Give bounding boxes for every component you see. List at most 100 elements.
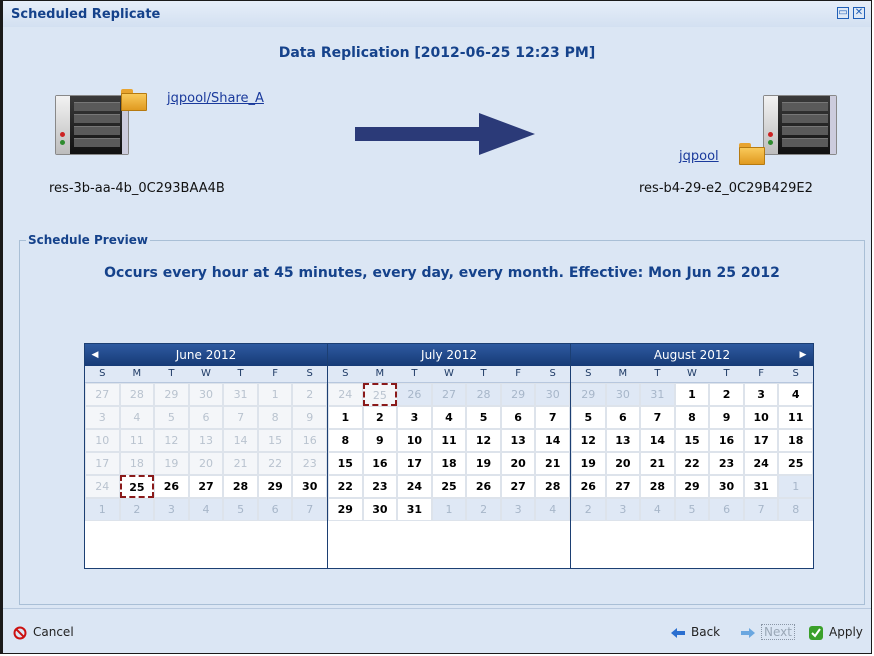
calendar-day[interactable]: 24 <box>743 452 779 475</box>
calendar-day[interactable]: 24 <box>397 475 432 498</box>
calendar-day[interactable]: 1 <box>674 383 710 406</box>
calendar-day[interactable]: 31 <box>640 383 675 406</box>
calendar-day[interactable]: 23 <box>292 452 327 475</box>
calendar-day[interactable]: 20 <box>500 452 536 475</box>
calendar-day[interactable]: 1 <box>431 498 467 521</box>
calendar-day[interactable]: 4 <box>535 498 570 521</box>
calendar-day[interactable]: 1 <box>778 475 813 498</box>
calendar-day[interactable]: 8 <box>328 429 363 452</box>
calendar-day[interactable]: 23 <box>362 475 398 498</box>
calendar-day[interactable]: 28 <box>119 383 155 406</box>
next-month-icon[interactable]: ▶ <box>795 344 811 366</box>
close-icon[interactable]: ✕ <box>853 7 865 19</box>
calendar-day[interactable]: 17 <box>85 452 120 475</box>
calendar-day[interactable]: 3 <box>605 498 641 521</box>
calendar-day[interactable]: 25 <box>362 383 398 406</box>
source-share-link[interactable]: jqpool/Share_A <box>167 91 264 106</box>
calendar-day[interactable]: 29 <box>674 475 710 498</box>
back-button[interactable]: Back <box>671 625 720 639</box>
calendar-day[interactable]: 17 <box>743 429 779 452</box>
calendar-day[interactable]: 4 <box>188 498 224 521</box>
calendar-day[interactable]: 2 <box>362 406 398 429</box>
calendar-day[interactable]: 10 <box>397 429 432 452</box>
calendar-day[interactable]: 25 <box>778 452 813 475</box>
calendar-day[interactable]: 29 <box>257 475 293 498</box>
calendar-day[interactable]: 2 <box>709 383 744 406</box>
calendar-day[interactable]: 6 <box>188 406 224 429</box>
calendar-day[interactable]: 13 <box>188 429 224 452</box>
calendar-day[interactable]: 30 <box>292 475 327 498</box>
calendar-day[interactable]: 28 <box>640 475 675 498</box>
calendar-day[interactable]: 30 <box>709 475 744 498</box>
calendar-day[interactable]: 8 <box>257 406 293 429</box>
calendar-day[interactable]: 19 <box>154 452 189 475</box>
calendar-day[interactable]: 21 <box>223 452 258 475</box>
calendar-day[interactable]: 4 <box>640 498 675 521</box>
calendar-day[interactable]: 3 <box>154 498 189 521</box>
calendar-day[interactable]: 2 <box>292 383 327 406</box>
calendar-day[interactable]: 29 <box>328 498 363 521</box>
calendar-day[interactable]: 4 <box>431 406 467 429</box>
calendar-day[interactable]: 15 <box>257 429 293 452</box>
calendar-day[interactable]: 16 <box>292 429 327 452</box>
calendar-day[interactable]: 5 <box>154 406 189 429</box>
calendar-day[interactable]: 26 <box>466 475 501 498</box>
calendar-day[interactable]: 26 <box>397 383 432 406</box>
calendar-day[interactable]: 5 <box>466 406 501 429</box>
calendar-day[interactable]: 3 <box>500 498 536 521</box>
calendar-day[interactable]: 7 <box>223 406 258 429</box>
calendar-day[interactable]: 30 <box>362 498 398 521</box>
calendar-day[interactable]: 27 <box>605 475 641 498</box>
prev-month-icon[interactable]: ◀ <box>87 344 103 366</box>
calendar-day[interactable]: 11 <box>778 406 813 429</box>
calendar-day[interactable]: 2 <box>119 498 155 521</box>
calendar-day[interactable]: 12 <box>571 429 606 452</box>
calendar-day[interactable]: 18 <box>431 452 467 475</box>
calendar-day[interactable]: 29 <box>500 383 536 406</box>
calendar-day[interactable]: 11 <box>431 429 467 452</box>
calendar-day[interactable]: 7 <box>743 498 779 521</box>
calendar-day[interactable]: 11 <box>119 429 155 452</box>
calendar-day[interactable]: 9 <box>362 429 398 452</box>
calendar-day[interactable]: 12 <box>154 429 189 452</box>
restore-icon[interactable]: ▭ <box>837 7 849 19</box>
calendar-day[interactable]: 28 <box>466 383 501 406</box>
calendar-day[interactable]: 6 <box>709 498 744 521</box>
calendar-day[interactable]: 6 <box>605 406 641 429</box>
calendar-day[interactable]: 13 <box>500 429 536 452</box>
calendar-day[interactable]: 30 <box>605 383 641 406</box>
calendar-day[interactable]: 29 <box>154 383 189 406</box>
calendar-day[interactable]: 27 <box>431 383 467 406</box>
calendar-day[interactable]: 29 <box>571 383 606 406</box>
calendar-day[interactable]: 15 <box>674 429 710 452</box>
calendar-day[interactable]: 27 <box>188 475 224 498</box>
apply-button[interactable]: Apply <box>809 625 863 640</box>
calendar-day[interactable]: 27 <box>85 383 120 406</box>
target-pool-link[interactable]: jqpool <box>679 149 719 164</box>
calendar-day[interactable]: 3 <box>397 406 432 429</box>
calendar-day[interactable]: 9 <box>709 406 744 429</box>
next-button[interactable]: Next <box>741 624 795 640</box>
calendar-day[interactable]: 23 <box>709 452 744 475</box>
calendar-day[interactable]: 20 <box>605 452 641 475</box>
calendar-day[interactable]: 22 <box>257 452 293 475</box>
calendar-day[interactable]: 6 <box>257 498 293 521</box>
calendar-day[interactable]: 18 <box>778 429 813 452</box>
calendar-day[interactable]: 31 <box>743 475 779 498</box>
calendar-day[interactable]: 18 <box>119 452 155 475</box>
calendar-day[interactable]: 3 <box>85 406 120 429</box>
calendar-day[interactable]: 19 <box>466 452 501 475</box>
calendar-day[interactable]: 15 <box>328 452 363 475</box>
calendar-day[interactable]: 16 <box>362 452 398 475</box>
calendar-day[interactable]: 14 <box>535 429 570 452</box>
calendar-day[interactable]: 13 <box>605 429 641 452</box>
calendar-day[interactable]: 3 <box>743 383 779 406</box>
calendar-day[interactable]: 6 <box>500 406 536 429</box>
calendar-day[interactable]: 22 <box>328 475 363 498</box>
calendar-day[interactable]: 8 <box>674 406 710 429</box>
calendar-day[interactable]: 10 <box>743 406 779 429</box>
calendar-day[interactable]: 1 <box>328 406 363 429</box>
cancel-button[interactable]: Cancel <box>13 625 74 640</box>
calendar-day[interactable]: 12 <box>466 429 501 452</box>
calendar-day[interactable]: 5 <box>223 498 258 521</box>
